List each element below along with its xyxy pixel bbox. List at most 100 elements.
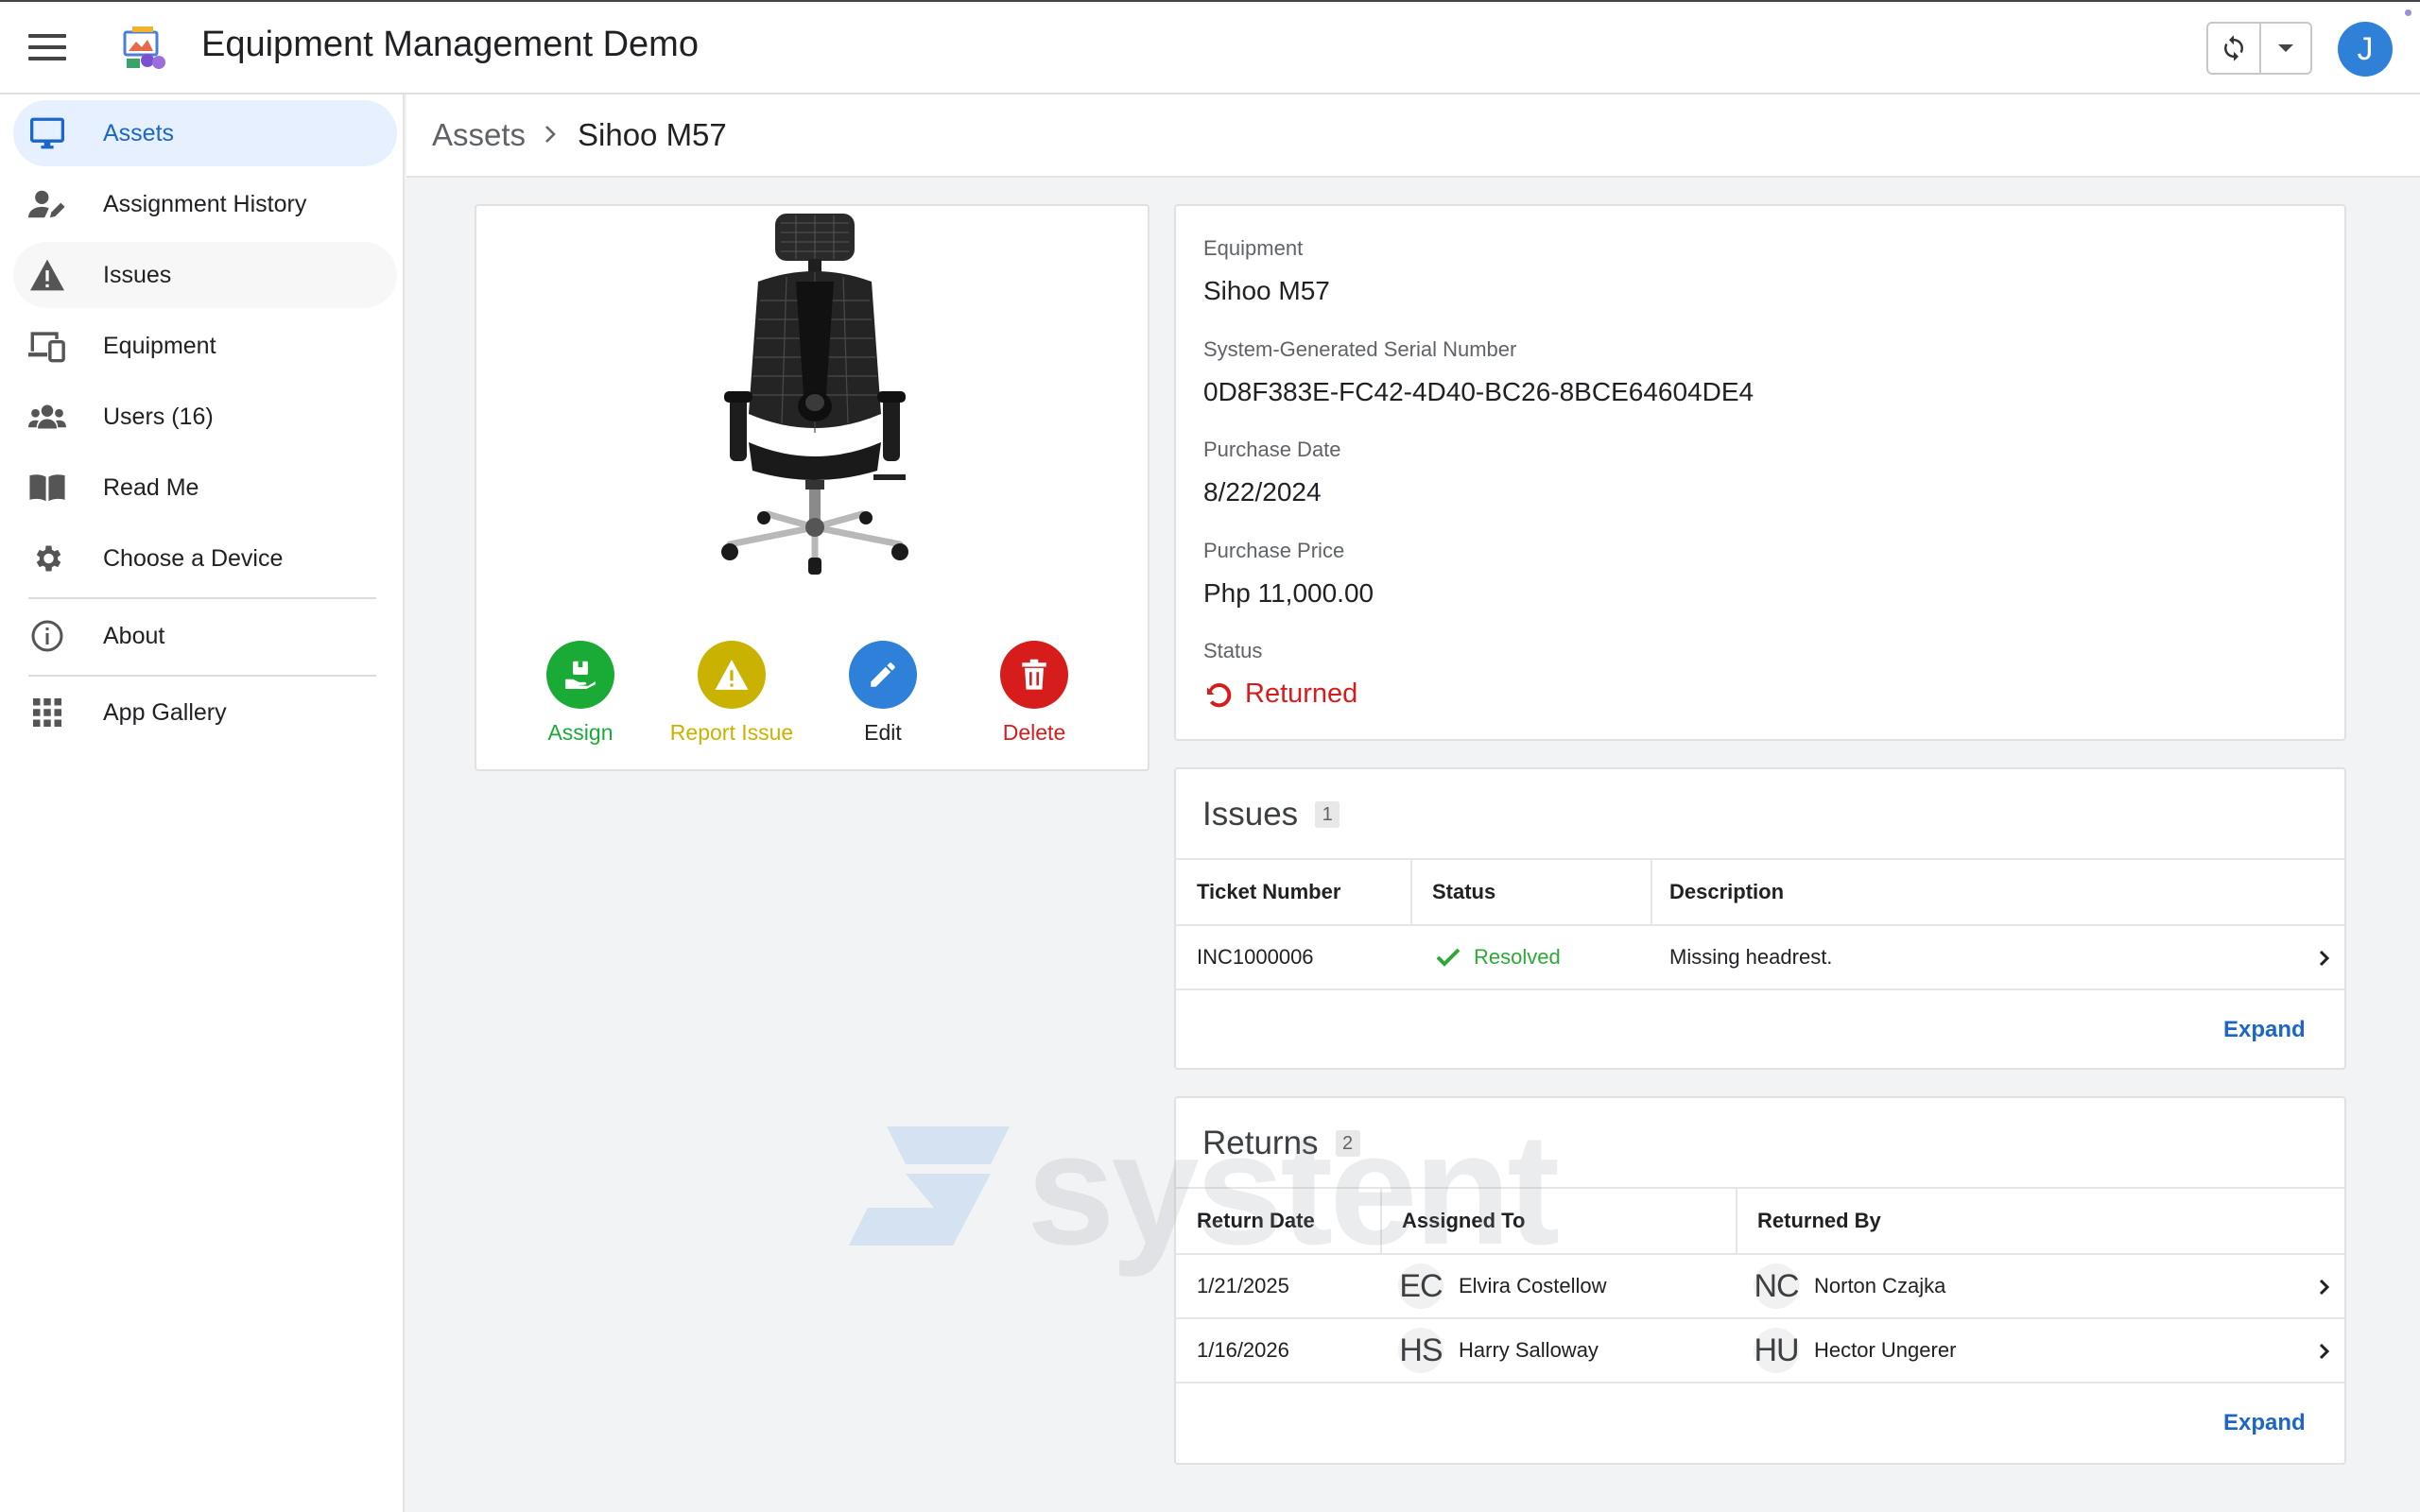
- avatar: HS: [1398, 1328, 1443, 1373]
- app-logo-icon: [123, 26, 165, 69]
- assign-label: Assign: [547, 720, 614, 745]
- issue-description: Missing headrest.: [1669, 945, 1833, 969]
- chevron-right-icon: [2319, 1343, 2330, 1360]
- status-label: Status: [1203, 639, 1263, 662]
- report-issue-icon-circle: [698, 641, 766, 709]
- delete-label: Delete: [1002, 720, 1066, 745]
- sidebar-item-label: Read Me: [103, 473, 199, 501]
- returned-by-cell: NC Norton Czajka: [1754, 1255, 1945, 1317]
- report-issue-label: Report Issue: [669, 720, 794, 745]
- assigned-to-name: Harry Salloway: [1459, 1338, 1599, 1362]
- assigned-to-cell: EC Elvira Costellow: [1398, 1255, 1607, 1317]
- table-row[interactable]: 1/16/2026 HS Harry Salloway HU Hector Un…: [1176, 1317, 2344, 1382]
- chevron-right-icon: [545, 126, 556, 143]
- ticket-number: INC1000006: [1197, 945, 1314, 969]
- avatar: HU: [1754, 1328, 1800, 1373]
- column-header-status[interactable]: Status: [1432, 860, 1495, 924]
- table-row[interactable]: INC1000006 Resolved Missing headrest.: [1176, 924, 2344, 988]
- serial-label: System-Generated Serial Number: [1203, 337, 1517, 361]
- app-header: Equipment Management Demo J: [0, 0, 2420, 94]
- asset-details-card: Equipment Sihoo M57 System-Generated Ser…: [1174, 204, 2346, 741]
- returns-card: Returns 2 Return Date Assigned To Return…: [1174, 1096, 2346, 1465]
- column-header-return-date[interactable]: Return Date: [1197, 1189, 1315, 1253]
- returned-by-name: Hector Ungerer: [1814, 1338, 1957, 1362]
- sidebar-item-label: App Gallery: [103, 698, 227, 726]
- report-issue-button[interactable]: Report Issue: [651, 641, 812, 746]
- sidebar-item-about[interactable]: About: [13, 603, 397, 669]
- user-edit-icon: [28, 190, 65, 218]
- avatar: EC: [1398, 1263, 1443, 1309]
- column-divider: [1380, 1189, 1382, 1253]
- issues-expand-link[interactable]: Expand: [2223, 1017, 2306, 1043]
- grid-icon: [33, 698, 61, 727]
- menu-icon[interactable]: [28, 34, 66, 62]
- watermark-mark-icon: [849, 1126, 1010, 1246]
- issues-title-row: Issues 1: [1202, 796, 1340, 833]
- returns-title: Returns: [1202, 1125, 1319, 1161]
- column-divider: [1410, 860, 1412, 924]
- sidebar-item-issues[interactable]: Issues: [13, 242, 397, 308]
- delete-button[interactable]: Delete: [954, 641, 1115, 746]
- sidebar-divider: [28, 675, 376, 677]
- chevron-down-icon: [2277, 44, 2293, 52]
- column-header-returned-by[interactable]: Returned By: [1757, 1189, 1881, 1253]
- user-avatar[interactable]: J: [2338, 22, 2393, 77]
- issue-status-text: Resolved: [1474, 945, 1561, 969]
- serial-value: 0D8F383E-FC42-4D40-BC26-8BCE64604DE4: [1203, 377, 1754, 406]
- sidebar-item-users[interactable]: Users (16): [13, 384, 397, 450]
- sidebar-item-label: Users (16): [103, 403, 214, 430]
- avatar: NC: [1754, 1263, 1800, 1309]
- sidebar-item-label: Choose a Device: [103, 544, 284, 572]
- sync-options-dropdown[interactable]: [2258, 24, 2310, 73]
- table-bottom-border: [1176, 988, 2344, 990]
- returns-title-row: Returns 2: [1202, 1125, 1360, 1162]
- sidebar: Assets Assignment History Issues Equipme…: [0, 94, 405, 1512]
- edit-button[interactable]: Edit: [803, 641, 963, 746]
- issue-status: Resolved: [1436, 926, 1561, 988]
- assigned-to-name: Elvira Costellow: [1459, 1274, 1607, 1297]
- returns-expand-link[interactable]: Expand: [2223, 1410, 2306, 1436]
- assign-button[interactable]: Assign: [500, 641, 661, 746]
- sidebar-divider: [28, 597, 376, 599]
- breadcrumb-current: Sihoo M57: [578, 117, 727, 152]
- warning-icon: [30, 259, 64, 291]
- purchase-date-value: 8/22/2024: [1203, 477, 1322, 507]
- app-title: Equipment Management Demo: [201, 25, 699, 64]
- sidebar-item-label: Assignment History: [103, 190, 307, 217]
- sidebar-item-assets[interactable]: Assets: [13, 100, 397, 166]
- column-divider: [1651, 860, 1652, 924]
- sidebar-item-read-me[interactable]: Read Me: [13, 455, 397, 521]
- issues-count-badge: 1: [1315, 801, 1340, 828]
- returns-count-badge: 2: [1335, 1130, 1360, 1157]
- monitor-icon: [30, 117, 64, 149]
- sync-button[interactable]: [2208, 24, 2259, 73]
- purchase-price-value: Php 11,000.00: [1203, 578, 1374, 608]
- equipment-value: Sihoo M57: [1203, 276, 1330, 305]
- notification-dot: [2405, 9, 2411, 16]
- pencil-icon: [871, 662, 895, 687]
- column-header-ticket[interactable]: Ticket Number: [1197, 860, 1340, 924]
- devices-icon: [28, 332, 65, 363]
- return-date: 1/21/2025: [1197, 1274, 1289, 1297]
- sidebar-item-choose-device[interactable]: Choose a Device: [13, 525, 397, 592]
- users-icon: [28, 404, 66, 429]
- breadcrumb-assets-link[interactable]: Assets: [432, 117, 526, 153]
- assigned-to-cell: HS Harry Salloway: [1398, 1319, 1599, 1382]
- sidebar-item-app-gallery[interactable]: App Gallery: [13, 679, 397, 746]
- breadcrumb: Assets Sihoo M57: [406, 94, 2420, 178]
- purchase-date-label: Purchase Date: [1203, 438, 1341, 461]
- sidebar-item-assignment-history[interactable]: Assignment History: [13, 171, 397, 237]
- purchase-price-label: Purchase Price: [1203, 539, 1345, 562]
- edit-label: Edit: [864, 720, 902, 745]
- column-header-description[interactable]: Description: [1669, 860, 1784, 924]
- column-header-assigned-to[interactable]: Assigned To: [1402, 1189, 1525, 1253]
- table-row[interactable]: 1/21/2025 EC Elvira Costellow NC Norton …: [1176, 1253, 2344, 1317]
- chevron-right-icon: [2319, 950, 2330, 967]
- chair-image: [721, 214, 908, 575]
- asset-image-card: Assign Report Issue Edit Delete: [475, 204, 1150, 771]
- issues-table-header: Ticket Number Status Description: [1176, 858, 2344, 924]
- sidebar-item-equipment[interactable]: Equipment: [13, 313, 397, 379]
- sidebar-item-label: Equipment: [103, 332, 216, 359]
- assign-icon-circle: [546, 641, 614, 709]
- returns-table-header: Return Date Assigned To Returned By: [1176, 1187, 2344, 1253]
